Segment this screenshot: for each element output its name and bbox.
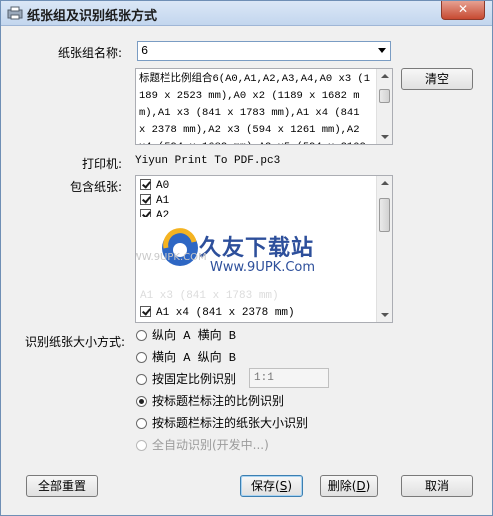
printer-value: Yiyun Print To PDF.pc3 (135, 155, 281, 167)
checkbox-checked-icon[interactable] (140, 194, 151, 205)
printer-label: 打印机: (82, 157, 123, 171)
radio-icon[interactable] (136, 352, 147, 363)
app-icon (7, 6, 23, 20)
papers-scrollbar[interactable] (376, 176, 392, 322)
scroll-up-icon[interactable] (381, 74, 389, 78)
radio-auto-detect: 全自动识别(开发中...) (136, 437, 269, 453)
chevron-down-icon[interactable] (378, 48, 386, 53)
scroll-up-icon[interactable] (381, 181, 389, 185)
checkbox-checked-icon[interactable] (140, 209, 151, 217)
close-button[interactable]: ✕ (441, 1, 485, 20)
scroll-down-icon[interactable] (381, 135, 389, 139)
papers-label: 包含纸张: (70, 180, 123, 194)
paper-item[interactable]: A1 x4 (841 x 2378 mm) (140, 306, 295, 320)
watermark-en: Www.9UPK.Com (210, 260, 316, 275)
radio-landscape-a[interactable]: 横向 A 纵向 B (136, 349, 236, 365)
description-scrollbar[interactable] (376, 69, 392, 144)
window-title: 纸张组及识别纸张方式 (27, 9, 158, 24)
radio-icon[interactable] (136, 374, 147, 385)
paper-item-ghost: A1 x3 (841 x 1783 mm) (140, 290, 279, 302)
papers-listbox[interactable]: A0 A1 A2 久友下载站 Www.9UPK.Com WWW.9UPK.COM… (135, 175, 393, 323)
scroll-thumb[interactable] (379, 89, 390, 103)
ratio-input: 1:1 (249, 368, 329, 388)
radio-icon[interactable] (136, 418, 147, 429)
paper-item[interactable]: A0 (140, 179, 169, 193)
radio-fixed-ratio[interactable]: 按固定比例识别 (136, 371, 236, 387)
watermark-ghost: WWW.9UPK.COM (136, 252, 207, 263)
save-button[interactable]: 保存(S) (240, 475, 303, 497)
cancel-button[interactable]: 取消 (401, 475, 473, 497)
paper-item[interactable]: A1 (140, 194, 169, 208)
reset-all-button[interactable]: 全部重置 (26, 475, 98, 497)
group-name-combobox[interactable]: 6 (137, 41, 391, 61)
radio-selected-icon[interactable] (136, 396, 147, 407)
radio-portrait-a[interactable]: 纵向 A 横向 B (136, 327, 236, 343)
scroll-down-icon[interactable] (381, 313, 389, 317)
radio-titleblock-size[interactable]: 按标题栏标注的纸张大小识别 (136, 415, 308, 431)
delete-button[interactable]: 删除(D) (320, 475, 378, 497)
description-text: 标题栏比例组合6(A0,A1,A2,A3,A4,A0 x3 (1189 x 25… (139, 73, 371, 144)
checkbox-checked-icon[interactable] (140, 179, 151, 190)
radio-icon[interactable] (136, 330, 147, 341)
radio-titleblock-ratio[interactable]: 按标题栏标注的比例识别 (136, 393, 284, 409)
scroll-thumb[interactable] (379, 198, 390, 232)
title-bar: 纸张组及识别纸张方式 ✕ (1, 1, 492, 26)
recognize-label: 识别纸张大小方式: (25, 335, 126, 349)
description-textbox[interactable]: 标题栏比例组合6(A0,A1,A2,A3,A4,A0 x3 (1189 x 25… (135, 68, 393, 145)
radio-disabled-icon (136, 440, 147, 451)
group-name-label: 纸张组名称: (58, 46, 123, 60)
clear-button[interactable]: 清空 (401, 68, 473, 90)
checkbox-checked-icon[interactable] (140, 306, 151, 317)
paper-item[interactable]: A2 (140, 209, 169, 217)
group-name-value: 6 (141, 44, 149, 58)
watermark-cn: 久友下载站 (199, 236, 315, 261)
dialog-window: 纸张组及识别纸张方式 ✕ 纸张组名称: 6 清空 标题栏比例组合6(A0,A1,… (0, 0, 493, 516)
